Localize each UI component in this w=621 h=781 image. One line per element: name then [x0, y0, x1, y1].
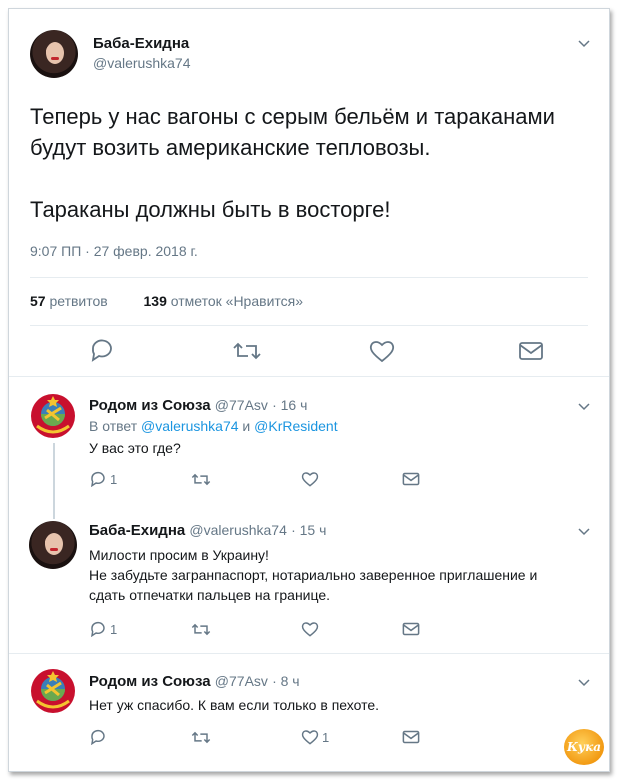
retweet-icon[interactable]: [232, 340, 262, 362]
avatar-face: [46, 42, 64, 64]
reply-icon[interactable]: [89, 729, 107, 745]
tweet-thread: Баба-Ехидна @valerushka74 Теперь у нас в…: [8, 8, 610, 772]
reply-text: Милости просим в Украину! Не забудьте за…: [89, 545, 559, 605]
author-name[interactable]: Баба-Ехидна: [93, 35, 189, 52]
like-icon[interactable]: [301, 471, 319, 487]
ussr-emblem-avatar[interactable]: [29, 392, 77, 440]
reply-author: Родом из Союза @77Asv · 8 ч: [89, 673, 300, 690]
reply-author: Баба-Ехидна @valerushka74 · 15 ч: [89, 522, 326, 539]
retweet-icon[interactable]: [191, 622, 211, 637]
reply-text: Нет уж спасибо. К вам если только в пехо…: [89, 697, 380, 713]
reply-time[interactable]: · 16 ч: [272, 397, 307, 413]
reply-author-name[interactable]: Родом из Союза: [89, 673, 211, 690]
reply-author-name[interactable]: Родом из Союза: [89, 397, 211, 414]
reply-time[interactable]: · 15 ч: [291, 522, 326, 538]
reply-text-line: Милости просим в Украину!: [89, 547, 269, 563]
author-handle[interactable]: @valerushka74: [93, 55, 191, 71]
reply-author-handle[interactable]: @77Asv: [215, 397, 268, 413]
reply-text: У вас это где?: [89, 440, 181, 456]
chevron-down-icon[interactable]: [578, 525, 590, 537]
divider: [9, 376, 609, 377]
dm-icon[interactable]: [518, 341, 544, 361]
tweet-text-line: Тараканы должны быть в восторге!: [30, 197, 391, 222]
like-count: 1: [322, 730, 330, 745]
watermark-badge: Кука: [564, 729, 604, 765]
ussr-emblem-avatar[interactable]: [29, 667, 77, 715]
dm-icon[interactable]: [402, 730, 420, 744]
tweet-timestamp[interactable]: 9:07 ПП · 27 февр. 2018 г.: [30, 243, 198, 259]
reply-icon[interactable]: [89, 338, 115, 362]
retweet-icon[interactable]: [191, 472, 211, 487]
retweet-icon[interactable]: [191, 730, 211, 745]
tweet-text-line: Теперь у нас вагоны с серым бельём и тар…: [30, 104, 555, 160]
chevron-down-icon[interactable]: [578, 676, 590, 688]
avatar[interactable]: [30, 30, 78, 78]
avatar-face: [45, 533, 63, 555]
reply-author-name[interactable]: Баба-Ехидна: [89, 522, 185, 539]
thread-connector: [53, 443, 55, 519]
reply-to-user-link[interactable]: @valerushka74: [141, 418, 239, 434]
reply-time[interactable]: · 8 ч: [272, 673, 300, 689]
reply-count: 1: [110, 472, 118, 487]
tweet-stats: 57 ретвитов 139 отметок «Нравится»: [30, 293, 303, 309]
like-icon[interactable]: [301, 729, 319, 745]
reply-author-handle[interactable]: @valerushka74: [189, 522, 287, 538]
likes-count[interactable]: 139: [144, 293, 167, 309]
divider: [30, 325, 588, 326]
reply-count: 1: [110, 622, 118, 637]
dm-icon[interactable]: [402, 622, 420, 636]
divider: [9, 653, 609, 654]
like-icon[interactable]: [369, 339, 395, 363]
divider: [30, 277, 588, 278]
chevron-down-icon[interactable]: [578, 400, 590, 412]
avatar-lips: [50, 548, 58, 551]
reply-author-handle[interactable]: @77Asv: [215, 673, 268, 689]
avatar[interactable]: [29, 521, 77, 569]
likes-label[interactable]: отметок «Нравится»: [171, 293, 303, 309]
retweets-label[interactable]: ретвитов: [49, 293, 107, 309]
retweets-count[interactable]: 57: [30, 293, 46, 309]
reply-to-user-link[interactable]: @KrResident: [254, 418, 337, 434]
reply-text-line: Не забудьте загранпаспорт, нотариально з…: [89, 567, 538, 603]
reply-to-prefix: В ответ: [89, 418, 138, 434]
reply-icon[interactable]: [89, 471, 107, 487]
chevron-down-icon[interactable]: [578, 37, 590, 49]
tweet-text: Теперь у нас вагоны с серым бельём и тар…: [30, 101, 600, 225]
reply-author: Родом из Союза @77Asv · 16 ч: [89, 397, 307, 414]
avatar-lips: [51, 57, 59, 60]
reply-icon[interactable]: [89, 621, 107, 637]
dm-icon[interactable]: [402, 472, 420, 486]
like-icon[interactable]: [301, 621, 319, 637]
reply-to-and: и: [242, 418, 251, 434]
reply-to-line: В ответ @valerushka74 и @KrResident: [89, 416, 338, 436]
